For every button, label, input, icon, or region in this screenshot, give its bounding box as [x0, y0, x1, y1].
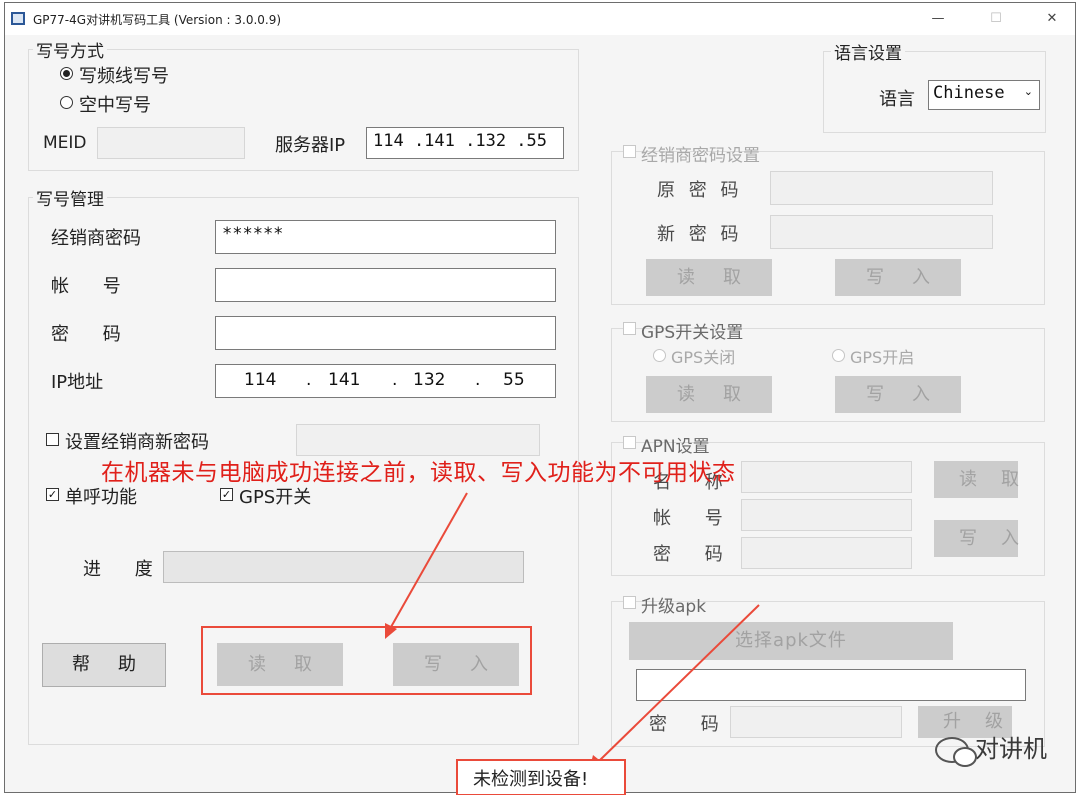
- watermark-text: 对讲机: [975, 735, 1047, 763]
- watermark: 对讲机: [935, 729, 1047, 767]
- status-text: 未检测到设备!: [473, 769, 589, 790]
- wechat-icon: [935, 737, 977, 767]
- annotation-arrow-right: [598, 604, 760, 762]
- annotation-arrows: [385, 492, 760, 771]
- annotation-arrow-left: [390, 492, 468, 628]
- main-window: GP77-4G对讲机写码工具 (Version : 3.0.0.9) — ☐ ✕…: [4, 2, 1076, 795]
